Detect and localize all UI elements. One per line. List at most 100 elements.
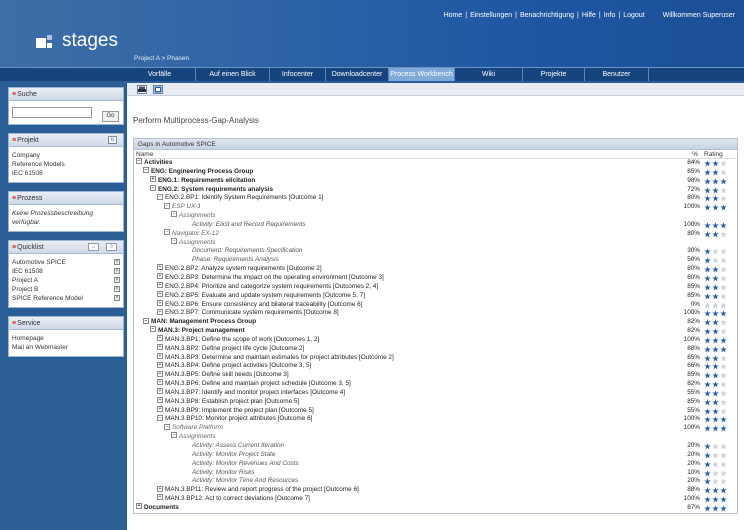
add-quicklist-icon[interactable]: ⌂ (88, 243, 99, 251)
row-label[interactable]: + ENG.2.BP6: Ensure consistency and bilat… (157, 299, 363, 310)
remove-icon[interactable]: × (114, 295, 120, 301)
table-row[interactable]: − Navigator EX-12 80% (134, 229, 737, 239)
top-link-hilfe[interactable]: Hilfe (579, 12, 599, 19)
quicklist-item-label[interactable]: Automotive SPICE (12, 259, 66, 266)
table-row[interactable]: + MAN.3.BP5: Define skill needs [Outcome … (134, 370, 737, 380)
row-label[interactable]: + MAN.3.BP9: Implement the project plan [… (157, 405, 314, 416)
row-label[interactable]: + ENG.2.BP7: Communicate system requireme… (157, 308, 339, 318)
expand-icon[interactable]: + (157, 273, 163, 280)
expand-icon[interactable]: + (157, 352, 163, 359)
expand-icon[interactable]: + (157, 361, 163, 368)
table-row[interactable]: Activity: Monitor Revenues And Costs 20% (134, 460, 737, 469)
table-row[interactable]: + MAN.3.BP11: Review and report progress … (134, 485, 737, 495)
expand-icon[interactable]: + (157, 388, 163, 395)
expand-icon[interactable]: + (157, 370, 163, 377)
project-item[interactable]: Reference Models (12, 160, 120, 169)
table-row[interactable]: Activity: Monitor Project State 20% (134, 451, 737, 460)
table-row[interactable]: + ENG.2.BP5: Evaluate and update system r… (134, 290, 737, 301)
expand-icon[interactable]: + (157, 290, 163, 297)
table-row[interactable]: Activity: Monitor Time And Resources 20% (134, 477, 737, 486)
nav-tab-benutzer[interactable]: Benutzer (585, 68, 649, 81)
remove-icon[interactable]: × (114, 268, 120, 274)
col-percent[interactable]: % (692, 150, 698, 159)
table-row[interactable]: + MAN.3.BP12: Act to correct deviations [… (134, 494, 737, 504)
nav-tab-wiki[interactable]: Wiki (455, 68, 523, 81)
table-row[interactable]: − Assignments (134, 432, 737, 442)
row-label[interactable]: Document: Requirements Specification (192, 247, 302, 256)
service-link[interactable]: Mail an Webmaster (12, 343, 120, 352)
collapse-icon[interactable]: − (157, 414, 163, 421)
collapse-icon[interactable]: − (150, 184, 156, 191)
row-label[interactable]: Phase: Requirements Analysis (192, 256, 279, 265)
row-label[interactable]: − MAN.3: Project management (150, 326, 245, 336)
top-link-einstellungen[interactable]: Einstellungen (467, 12, 515, 19)
row-label[interactable]: + MAN.3.BP4: Define project activities [O… (157, 361, 311, 371)
star-icon[interactable]: ☆ (106, 243, 117, 251)
table-row[interactable]: + MAN.3.BP1: Define the scope of work [Ou… (134, 335, 737, 345)
quicklist-item-label[interactable]: IEC 61508 (12, 268, 43, 275)
collapse-icon[interactable]: − (164, 229, 170, 236)
expand-icon[interactable]: + (157, 335, 163, 342)
table-row[interactable]: + MAN.3.BP9: Implement the project plan [… (134, 405, 737, 416)
row-label[interactable]: − Assignments (171, 237, 216, 248)
row-label[interactable]: + ENG.2.BP4: Prioritize and categorize sy… (157, 282, 378, 292)
table-row[interactable]: − MAN.3: Project management 82% (134, 326, 737, 336)
row-label[interactable]: − Activities (136, 158, 172, 168)
expand-icon[interactable]: + (157, 282, 163, 289)
row-label[interactable]: − MAN: Management Process Group (143, 317, 256, 327)
nav-tab-infocenter[interactable]: Infocenter (270, 68, 326, 81)
row-label[interactable]: Activity: Monitor Revenues And Costs (192, 460, 299, 469)
table-row[interactable]: − MAN.3.BP10: Monitor project attributes … (134, 414, 737, 424)
collapse-icon[interactable]: − (171, 432, 177, 439)
table-row[interactable]: + ENG.2.BP4: Prioritize and categorize sy… (134, 282, 737, 292)
table-row[interactable]: − Assignments (134, 211, 737, 221)
row-label[interactable]: + MAN.3.BP2: Define project life cycle [O… (157, 344, 304, 354)
table-row[interactable]: + ENG.2.BP7: Communicate system requireme… (134, 308, 737, 318)
quicklist-item-label[interactable]: Project B (12, 286, 38, 293)
row-label[interactable]: + MAN.3.BP7: Identify and monitor project… (157, 388, 345, 398)
collapse-icon[interactable]: − (150, 326, 156, 333)
project-item[interactable]: IEC 61508 (12, 169, 120, 178)
collapse-icon[interactable]: − (136, 158, 142, 165)
export-icon[interactable] (153, 85, 163, 94)
table-row[interactable]: − Software Platform 100% (134, 423, 737, 433)
expand-icon[interactable]: + (150, 176, 156, 182)
row-label[interactable]: + MAN.3.BP3: Determine and maintain estim… (157, 352, 394, 363)
expand-icon[interactable]: + (157, 494, 163, 501)
row-label[interactable]: + ENG.2.BP2: Analyze system requirements … (157, 264, 322, 274)
row-label[interactable]: Activity: Monitor Risks (192, 469, 255, 478)
service-link[interactable]: Homepage (12, 334, 120, 343)
collapse-icon[interactable]: − (143, 317, 149, 324)
row-label[interactable]: − ENG: Engineering Process Group (143, 167, 253, 177)
expand-icon[interactable]: + (157, 405, 163, 412)
table-row[interactable]: + MAN.3.BP6: Define and maintain project … (134, 379, 737, 389)
table-row[interactable]: + ENG.1: Requirements elicitation 98% (134, 176, 737, 186)
nav-tab-auf-einen-blick[interactable]: Auf einen Blick (196, 68, 270, 81)
row-label[interactable]: − MAN.3.BP10: Monitor project attributes … (157, 414, 312, 424)
go-button[interactable]: Go (102, 111, 119, 122)
tree-icon[interactable]: ⇅ (108, 136, 117, 144)
col-name[interactable]: Name (136, 151, 153, 158)
row-label[interactable]: + ENG.2.BP3: Determine the impact on the … (157, 273, 384, 283)
collapse-icon[interactable]: − (164, 202, 170, 209)
row-label[interactable]: + MAN.3.BP1: Define the scope of work [Ou… (157, 335, 319, 345)
row-label[interactable]: Activity: Monitor Project State (192, 451, 275, 460)
quicklist-item-label[interactable]: Project A (12, 277, 38, 284)
expand-icon[interactable]: + (157, 299, 163, 306)
search-input[interactable] (12, 107, 92, 118)
table-row[interactable]: Activity: Elicit and Record Requirements… (134, 221, 737, 230)
table-row[interactable]: Activity: Monitor Risks 10% (134, 469, 737, 478)
top-link-home[interactable]: Home (441, 12, 466, 19)
collapse-icon[interactable]: − (171, 211, 177, 218)
row-label[interactable]: − Assignments (171, 211, 216, 221)
expand-icon[interactable]: + (157, 379, 163, 386)
table-row[interactable]: Activity: Assess Current Iteration 20% (134, 442, 737, 451)
expand-icon[interactable]: + (157, 264, 163, 271)
table-row[interactable]: − Assignments (134, 237, 737, 248)
expand-icon[interactable]: + (157, 485, 163, 492)
breadcrumb[interactable]: Project A > Phasen (134, 55, 189, 62)
table-row[interactable]: + MAN.3.BP2: Define project life cycle [O… (134, 344, 737, 354)
row-label[interactable]: + Documents (136, 503, 179, 513)
quicklist-item[interactable]: Project B × (12, 285, 120, 294)
quicklist-item[interactable]: IEC 61508 × (12, 267, 120, 276)
